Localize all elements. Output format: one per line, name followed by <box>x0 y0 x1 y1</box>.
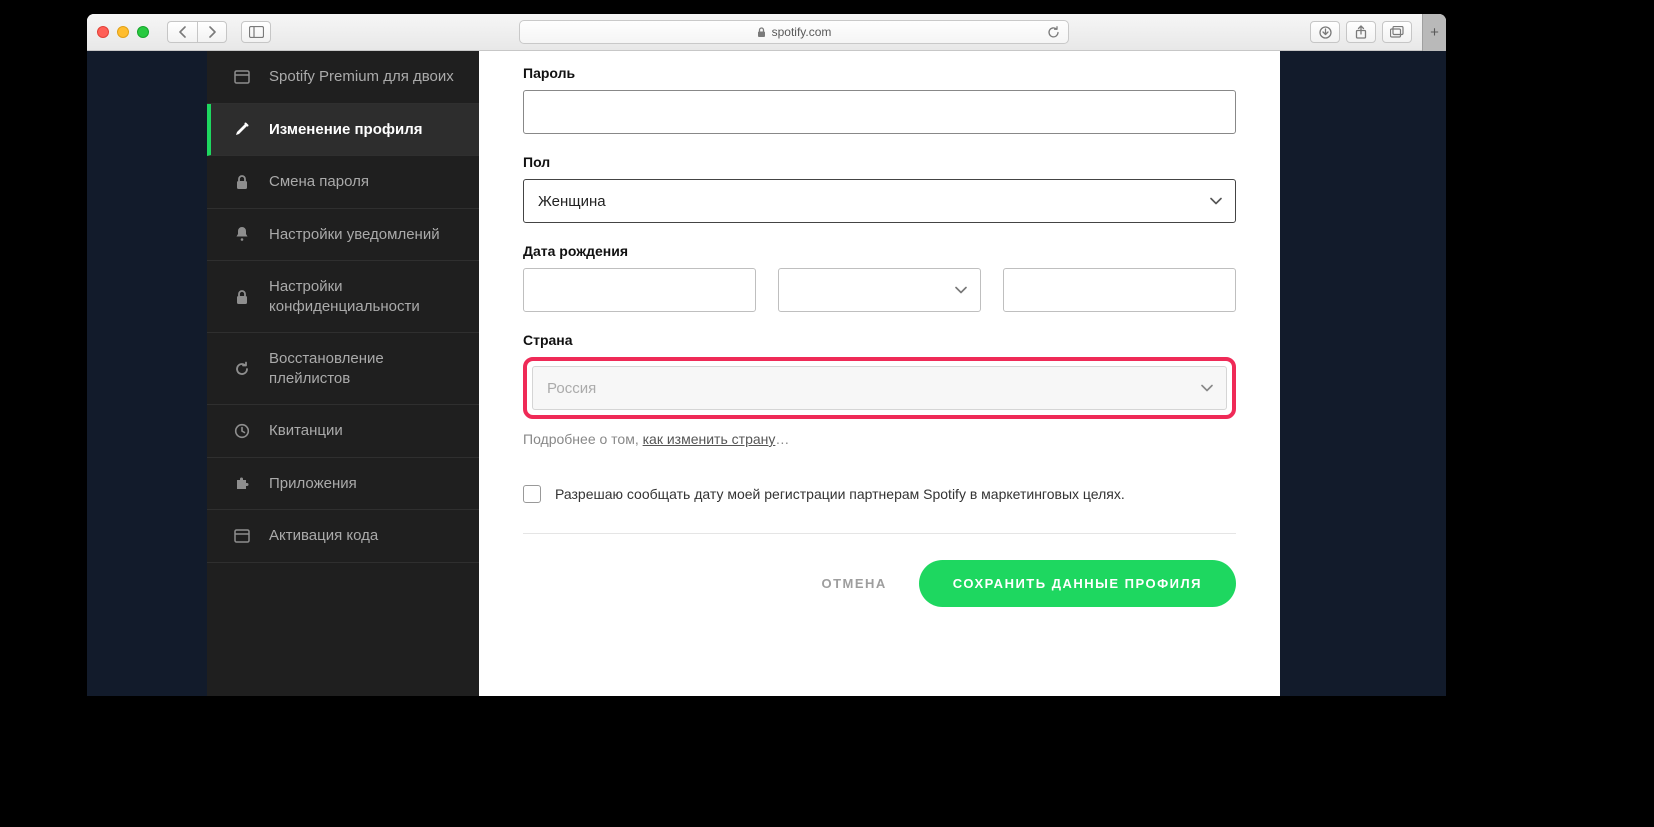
dob-day-input[interactable] <box>523 268 756 312</box>
gender-label: Пол <box>523 154 1236 170</box>
sidebar-item-label: Смена пароля <box>269 172 369 192</box>
gender-select[interactable]: Женщина <box>523 179 1236 223</box>
clock-icon <box>233 423 251 439</box>
sidebar-item-redeem[interactable]: Активация кода <box>207 510 479 563</box>
country-select[interactable]: Россия <box>532 366 1227 410</box>
country-label: Страна <box>523 332 1236 348</box>
sidebar-toggle-button[interactable] <box>241 21 271 43</box>
url-bar[interactable]: spotify.com <box>519 20 1069 44</box>
page-bg-left <box>87 51 207 696</box>
sidebar-item-label: Изменение профиля <box>269 120 423 140</box>
reload-button[interactable] <box>1047 26 1060 39</box>
tabs-button[interactable] <box>1382 21 1412 43</box>
card-icon <box>233 529 251 543</box>
pencil-icon <box>233 121 251 137</box>
sidebar-item-label: Восстановление плейлистов <box>269 349 465 388</box>
sidebar-item-change-password[interactable]: Смена пароля <box>207 156 479 209</box>
refresh-icon <box>233 361 251 377</box>
country-highlight: Россия <box>523 357 1236 419</box>
cancel-button[interactable]: ОТМЕНА <box>811 562 896 605</box>
sidebar-item-label: Квитанции <box>269 421 343 441</box>
lock-icon <box>233 289 251 305</box>
lock-icon <box>233 174 251 190</box>
sidebar-item-label: Настройки уведомлений <box>269 225 440 245</box>
puzzle-icon <box>233 475 251 491</box>
new-tab-button[interactable]: + <box>1422 14 1446 51</box>
password-label: Пароль <box>523 65 1236 81</box>
dob-year-input[interactable] <box>1003 268 1236 312</box>
sidebar-item-premium-duo[interactable]: Spotify Premium для двоих <box>207 51 479 104</box>
sidebar-item-label: Настройки конфиденциальности <box>269 277 465 316</box>
title-bar: spotify.com <box>87 14 1422 51</box>
change-country-link[interactable]: как изменить страну <box>643 431 776 447</box>
sidebar-item-privacy[interactable]: Настройки конфиденциальности <box>207 261 479 333</box>
url-text: spotify.com <box>772 25 832 39</box>
lock-icon <box>757 27 766 38</box>
sidebar-item-label: Активация кода <box>269 526 378 546</box>
back-button[interactable] <box>167 21 197 43</box>
card-icon <box>233 70 251 84</box>
country-hint: Подробнее о том, как изменить страну… <box>523 431 1236 447</box>
sidebar-item-label: Приложения <box>269 474 357 494</box>
maximize-window-button[interactable] <box>137 26 149 38</box>
page-bg-right <box>1280 51 1446 696</box>
sidebar-item-edit-profile[interactable]: Изменение профиля <box>207 104 479 157</box>
dob-month-select[interactable] <box>778 268 981 312</box>
close-window-button[interactable] <box>97 26 109 38</box>
sidebar-item-notifications[interactable]: Настройки уведомлений <box>207 209 479 262</box>
share-button[interactable] <box>1346 21 1376 43</box>
sidebar-item-recover-playlists[interactable]: Восстановление плейлистов <box>207 333 479 405</box>
sidebar: Spotify Premium для двоих Изменение проф… <box>207 51 479 696</box>
dob-label: Дата рождения <box>523 243 1236 259</box>
window-controls <box>97 26 149 38</box>
main-form: Пароль Пол Женщина Дата рождения <box>479 51 1280 696</box>
sidebar-item-receipts[interactable]: Квитанции <box>207 405 479 458</box>
bell-icon <box>233 226 251 242</box>
downloads-button[interactable] <box>1310 21 1340 43</box>
sidebar-item-apps[interactable]: Приложения <box>207 458 479 511</box>
marketing-consent-checkbox[interactable] <box>523 485 541 503</box>
password-input[interactable] <box>523 90 1236 134</box>
save-button[interactable]: СОХРАНИТЬ ДАННЫЕ ПРОФИЛЯ <box>919 560 1236 607</box>
browser-window: spotify.com + <box>87 14 1446 696</box>
minimize-window-button[interactable] <box>117 26 129 38</box>
marketing-consent-label: Разрешаю сообщать дату моей регистрации … <box>555 486 1125 502</box>
sidebar-item-label: Spotify Premium для двоих <box>269 67 454 87</box>
forward-button[interactable] <box>197 21 227 43</box>
